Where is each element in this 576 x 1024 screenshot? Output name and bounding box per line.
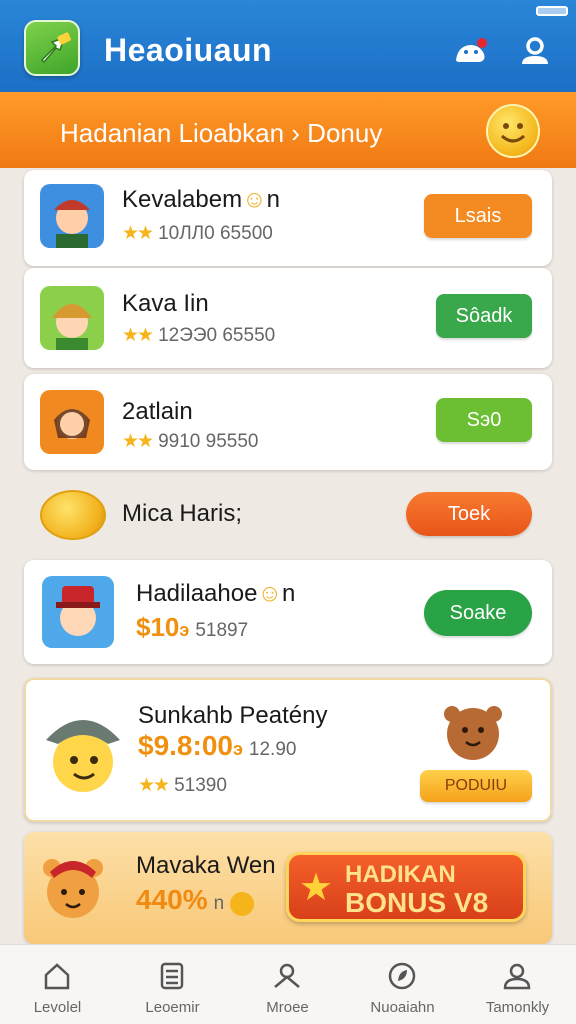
rating-stars: ★★ <box>138 775 170 796</box>
nav-item-leaf[interactable]: Nuoaiahn <box>345 945 460 1024</box>
item-name: Hadilaahoe☺n <box>136 580 296 607</box>
profile-icon[interactable] <box>518 36 552 66</box>
rating-stars: ★★ <box>122 431 154 452</box>
banner-text: Hadanian Lioabkan › Donuy <box>60 118 383 148</box>
money-value: $10э <box>136 612 190 642</box>
item-name: Sunkahb Peatény <box>138 702 328 729</box>
item-action-button[interactable]: Toek <box>406 492 532 536</box>
badge-line-2: BONUS V8 <box>345 887 489 918</box>
list-icon <box>160 962 184 990</box>
badge-line-1: HADIKAN <box>345 861 456 888</box>
bonus-badge[interactable]: HADIKAN BONUS V8 ★ <box>286 852 526 922</box>
item-action-button[interactable]: PODUIU <box>420 770 532 802</box>
item-action-button[interactable]: Sôadk <box>436 294 532 338</box>
nav-item-map[interactable]: Mroee <box>230 945 345 1024</box>
lightning-icon <box>40 32 71 64</box>
item-action-button[interactable]: Soake <box>424 590 532 636</box>
nav-item-list[interactable]: Leoemir <box>115 945 230 1024</box>
item-action-button[interactable]: Sэ0 <box>436 398 532 442</box>
item-name: 2atlain <box>122 398 193 425</box>
item-stats: $9.8:00э 12.90 <box>138 730 297 761</box>
profile-icon <box>503 963 531 990</box>
promo-card[interactable]: Mavaka Wen 440% n HADIKAN BONUS V8 ★ <box>24 832 552 944</box>
smiley-coin-icon <box>486 104 540 158</box>
nav-label: Tamonkly <box>485 999 550 1016</box>
item-stats: ★★ 10ЛЛ0 65500 <box>122 223 273 244</box>
map-pin-icon <box>274 963 300 988</box>
avatar <box>38 700 128 800</box>
list-item[interactable]: Kevalabem☺n ★★ 10ЛЛ0 65500 Lsais <box>24 170 552 266</box>
rating-stars: ★★ <box>122 223 154 244</box>
nav-label: Leoemir <box>145 999 200 1016</box>
app-header: Heaoiuaun <box>0 0 576 92</box>
avatar <box>42 576 114 648</box>
avatar <box>40 184 104 248</box>
battery-indicator <box>536 6 568 16</box>
bear-mascot-icon <box>36 848 110 928</box>
nav-label: Nuoaiahn <box>370 999 435 1016</box>
rating-stars: ★★ <box>122 325 154 346</box>
leaf-icon <box>388 962 416 990</box>
home-icon <box>44 963 70 990</box>
notification-bird-icon[interactable] <box>452 36 487 66</box>
item-stats: $10э 51897 <box>136 612 249 642</box>
star-icon: ★ <box>299 867 334 909</box>
avatar <box>40 390 104 454</box>
item-stats: ★★ 12ЭЭ0 65550 <box>122 325 276 346</box>
list-item[interactable]: Sunkahb Peatény $9.8:00э 12.90 ★★ 51390 PO… <box>24 678 552 822</box>
item-action-button[interactable]: Lsais <box>424 194 532 238</box>
promo-percent: 440% n <box>136 884 255 916</box>
promo-name: Mavaka Wen <box>136 852 276 879</box>
app-logo[interactable] <box>24 20 80 76</box>
nav-label: Levolel <box>33 999 82 1016</box>
item-name: Kevalabem☺n <box>122 186 280 213</box>
nav-label: Mroee <box>266 999 309 1016</box>
list-item[interactable]: 2atlain ★★ 9910 95550 Sэ0 <box>24 374 552 470</box>
bottom-nav: Levolel Leoemir Mroee Nuoaiahn Tamonkly <box>0 944 576 1024</box>
list-item[interactable]: Mica Haris; Toek <box>24 476 552 554</box>
list-item[interactable]: Hadilaahoe☺n $10э 51897 Soake <box>24 560 552 664</box>
avatar <box>40 286 104 350</box>
item-stats: ★★ 9910 95550 <box>122 431 259 452</box>
app-title: Heaoiuaun <box>104 32 273 68</box>
item-name: Kava Iin <box>122 290 209 317</box>
item-name: Mica Haris; <box>122 500 243 527</box>
bear-icon <box>438 698 508 764</box>
money-value: $9.8:00э <box>138 730 243 761</box>
nav-item-home[interactable]: Levolel <box>0 945 115 1024</box>
coin-icon <box>40 490 106 540</box>
nav-item-profile[interactable]: Tamonkly <box>460 945 575 1024</box>
list-item[interactable]: Kava Iin ★★ 12ЭЭ0 65550 Sôadk <box>24 268 552 368</box>
item-stats: ★★ 51390 <box>138 775 227 796</box>
